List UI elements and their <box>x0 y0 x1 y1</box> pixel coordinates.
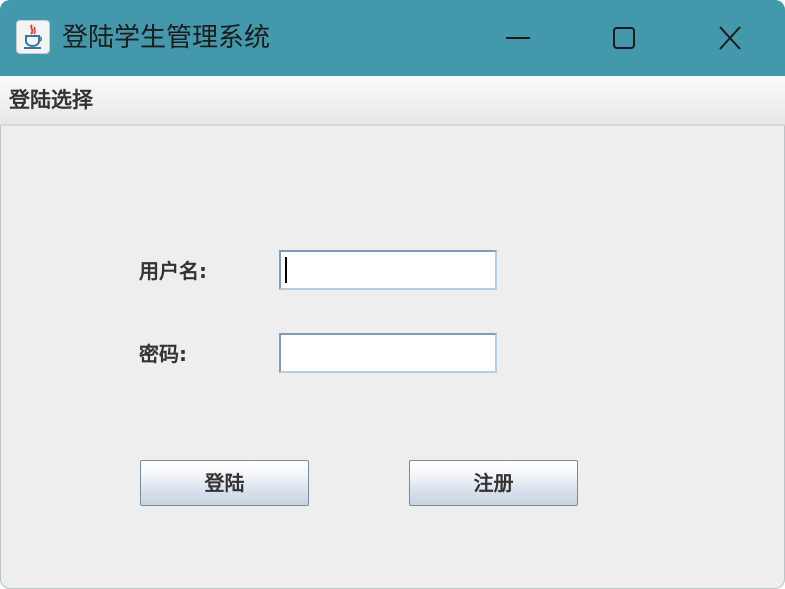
maximize-button[interactable] <box>597 13 651 63</box>
minimize-icon <box>506 37 530 39</box>
menu-item-login-choice[interactable]: 登陆选择 <box>9 85 93 115</box>
maximize-icon <box>613 27 635 49</box>
register-button[interactable]: 注册 <box>409 460 578 506</box>
title-bar[interactable]: 登陆学生管理系统 <box>0 0 785 76</box>
username-label: 用户名: <box>139 259 207 283</box>
window-title: 登陆学生管理系统 <box>62 23 271 53</box>
menu-bar: 登陆选择 <box>0 76 785 126</box>
java-cup-icon <box>16 20 50 54</box>
password-input[interactable] <box>279 333 497 373</box>
close-button[interactable] <box>703 13 757 63</box>
password-label: 密码: <box>139 342 187 366</box>
login-form: 用户名: 密码: 登陆 注册 <box>0 126 785 589</box>
minimize-button[interactable] <box>491 13 545 63</box>
login-window: 登陆学生管理系统 登陆选择 用户名: 密码: 登陆 注册 <box>0 0 785 589</box>
close-icon <box>719 26 741 50</box>
text-caret <box>285 257 287 283</box>
username-input[interactable] <box>279 250 497 290</box>
login-button[interactable]: 登陆 <box>140 460 309 506</box>
